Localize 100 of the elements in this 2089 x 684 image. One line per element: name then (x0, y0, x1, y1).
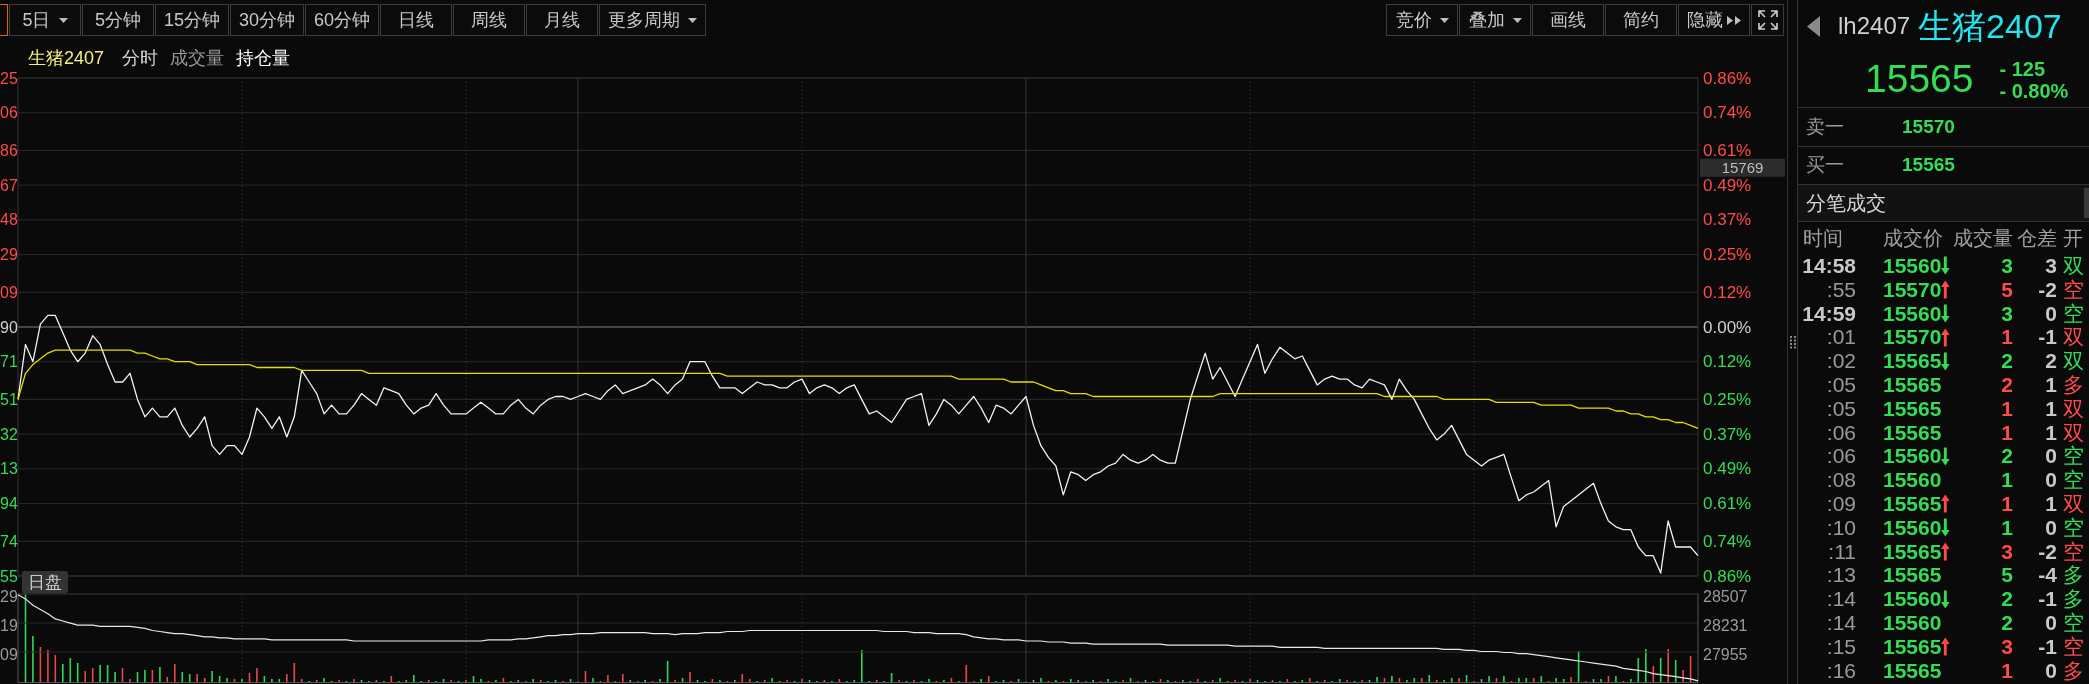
axis-label: 90 (0, 318, 18, 336)
axis-label: 13 (0, 460, 18, 478)
axis-label: 32 (0, 425, 18, 443)
period-tab[interactable]: 5分钟 (82, 4, 154, 36)
volume-bar (1495, 678, 1498, 682)
column-header: 成交价 (1883, 226, 1943, 251)
period-tab[interactable]: 周线 (453, 4, 526, 36)
open-interest-change: 0 (2045, 658, 2057, 683)
period-tab[interactable]: 15分钟 (155, 4, 230, 36)
up-arrow-icon (1941, 327, 1950, 347)
fullscreen-button[interactable] (1751, 4, 1784, 36)
volume-bar (681, 678, 684, 682)
cursor-price-tag: 15769 (1700, 158, 1785, 177)
axis-label: 67 (0, 176, 18, 194)
contract-code: lh2407 (1838, 11, 1911, 41)
down-arrow-icon (1941, 518, 1950, 538)
up-arrow-icon (1941, 541, 1950, 561)
volume-bar (890, 673, 893, 682)
volume-bar (121, 668, 124, 682)
caret-icon (1439, 17, 1449, 23)
tool-button[interactable]: 叠加 (1459, 4, 1531, 36)
tool-button[interactable]: 画线 (1532, 4, 1604, 36)
tool-button[interactable]: 竞价 (1386, 4, 1458, 36)
open-interest-change: -2 (2038, 277, 2057, 302)
volume-bar (293, 663, 296, 682)
period-tab[interactable]: 5日 (9, 4, 81, 36)
volume-bar (54, 655, 57, 682)
open-interest-change: 1 (2045, 491, 2057, 516)
volume-bar (987, 676, 990, 682)
axis-label: 51 (0, 390, 18, 408)
trade-price: 15560 (1883, 254, 1942, 278)
caret-icon (58, 17, 68, 23)
trade-price: 15560 (1883, 301, 1942, 326)
open-interest-change: 1 (2045, 373, 2057, 397)
trade-time: :15 (1826, 634, 1856, 659)
grip-icon[interactable] (1789, 335, 1796, 349)
period-tab[interactable]: 30分钟 (230, 4, 305, 36)
axis-label: 29 (0, 246, 18, 264)
trade-type: 空 (2063, 610, 2084, 635)
volume-bar (69, 658, 72, 682)
volume-bar (1413, 678, 1416, 682)
period-tab[interactable]: 月线 (526, 4, 599, 36)
left-triangle-icon[interactable] (1807, 15, 1820, 37)
axis-label: 0.49% (1703, 459, 1752, 479)
volume-bar (1383, 678, 1386, 682)
trade-volume: 5 (2001, 563, 2013, 588)
axis-label: 29 (0, 587, 18, 605)
tool-button[interactable]: 隐藏 (1678, 4, 1750, 36)
volume-bar (1017, 679, 1020, 682)
tool-button[interactable]: 简约 (1605, 4, 1677, 36)
indicator-toggle[interactable]: 持仓量 (236, 49, 291, 68)
trade-type: 多 (2063, 373, 2084, 397)
trade-time: :14 (1826, 587, 1856, 611)
trade-price: 15565 (1883, 420, 1942, 445)
period-tab[interactable]: 60分钟 (305, 4, 380, 36)
scroll-handle[interactable] (2084, 188, 2089, 218)
volume-bar (1592, 679, 1595, 682)
period-tab[interactable]: 更多周期 (599, 4, 707, 36)
order-price: 15565 (1902, 153, 1955, 177)
volume-bar (472, 676, 475, 682)
volume-bar (300, 679, 303, 682)
axis-label: 0.25% (1703, 389, 1752, 409)
volume-bar (1159, 679, 1162, 682)
trade-price: 15565 (1883, 396, 1942, 421)
volume-bar (1689, 656, 1692, 682)
open-interest-change: 0 (2045, 610, 2057, 635)
trade-type: 空 (2063, 539, 2084, 564)
down-arrow-icon (1941, 351, 1950, 371)
volume-bar (1450, 678, 1453, 682)
contract-name: 生猪2407 (1918, 5, 2062, 47)
trade-volume: 3 (2001, 254, 2013, 278)
trade-type: 双 (2063, 491, 2084, 516)
trade-type: 多 (2063, 587, 2084, 611)
column-header: 仓差 (2017, 226, 2057, 251)
trade-time: :01 (1826, 325, 1856, 350)
volume-bar (278, 679, 281, 682)
axis-label: 28231 (1703, 616, 1748, 634)
trade-price: 15565 (1883, 539, 1942, 564)
up-arrow-icon (1941, 280, 1950, 300)
trade-type: 空 (2063, 301, 2084, 326)
open-interest-change: -1 (2038, 587, 2057, 611)
trade-time: :55 (1826, 277, 1856, 302)
axis-label: 0.37% (1703, 424, 1752, 444)
trade-type: 双 (2063, 420, 2084, 445)
indicator-toggle[interactable]: 成交量 (170, 49, 225, 68)
panel-title: 分笔成交 (1806, 191, 1886, 216)
open-interest-change: 2 (2045, 349, 2057, 373)
volume-bar (950, 678, 953, 682)
trade-type: 双 (2063, 254, 2084, 278)
trade-type: 空 (2063, 515, 2084, 540)
column-header: 开 (2063, 226, 2083, 251)
trade-time: :06 (1826, 420, 1856, 445)
volume-bar (502, 678, 505, 682)
period-tab[interactable] (0, 4, 8, 36)
volume-bar (1525, 678, 1528, 682)
trade-time: 14:59 (1802, 301, 1856, 326)
volume-bar (1338, 679, 1341, 682)
period-tab[interactable]: 日线 (380, 4, 453, 36)
open-interest-change: -2 (2038, 539, 2057, 564)
volume-bar (1607, 676, 1610, 682)
